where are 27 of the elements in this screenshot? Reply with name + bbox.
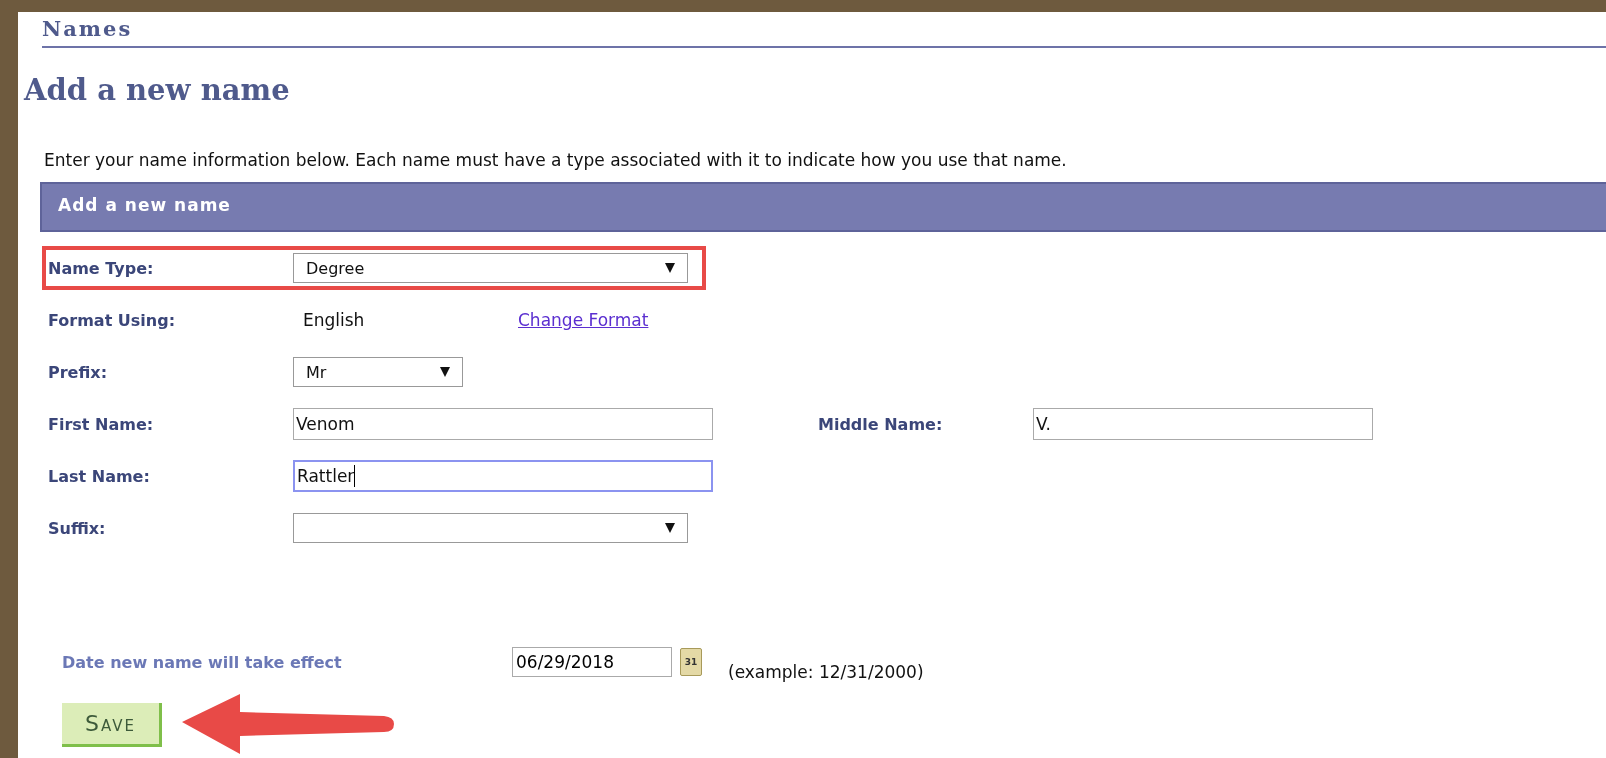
section-title: Names: [41, 15, 133, 43]
caret-icon: [665, 523, 675, 533]
text-field[interactable]: V.: [1033, 408, 1373, 440]
intro-text: Enter your name information below. Each name must have a type associated with it to indicate how you use that name.: [44, 149, 1067, 172]
field-label: Middle Name:: [818, 414, 944, 434]
field-label: Format Using:: [48, 310, 177, 330]
date-example: (example: 12/31/2000): [728, 662, 924, 682]
caret-icon: [665, 263, 675, 273]
dropdown[interactable]: Mr: [293, 357, 463, 387]
field-label: Prefix:: [48, 362, 109, 382]
date-field[interactable]: 06/29/2018: [512, 647, 672, 677]
page-heading: Add a new name: [24, 72, 290, 109]
field-value: English: [302, 310, 366, 330]
calendar-icon[interactable]: 31: [680, 648, 702, 676]
dropdown[interactable]: Degree: [293, 253, 688, 283]
change-format-link[interactable]: Change Format: [518, 310, 649, 330]
field-label: Name Type:: [48, 258, 155, 278]
field-label: First Name:: [48, 414, 155, 434]
panel-header: Add a new name: [40, 182, 1606, 232]
text-field[interactable]: Rattler: [293, 460, 713, 492]
text-field[interactable]: Venom: [293, 408, 713, 440]
caret-icon: [440, 367, 450, 377]
dropdown[interactable]: [293, 513, 688, 543]
field-label: Suffix:: [48, 518, 107, 538]
date-label: Date new name will take effect: [62, 652, 343, 672]
field-label: Last Name:: [48, 466, 151, 486]
save-button[interactable]: Save: [62, 703, 162, 747]
